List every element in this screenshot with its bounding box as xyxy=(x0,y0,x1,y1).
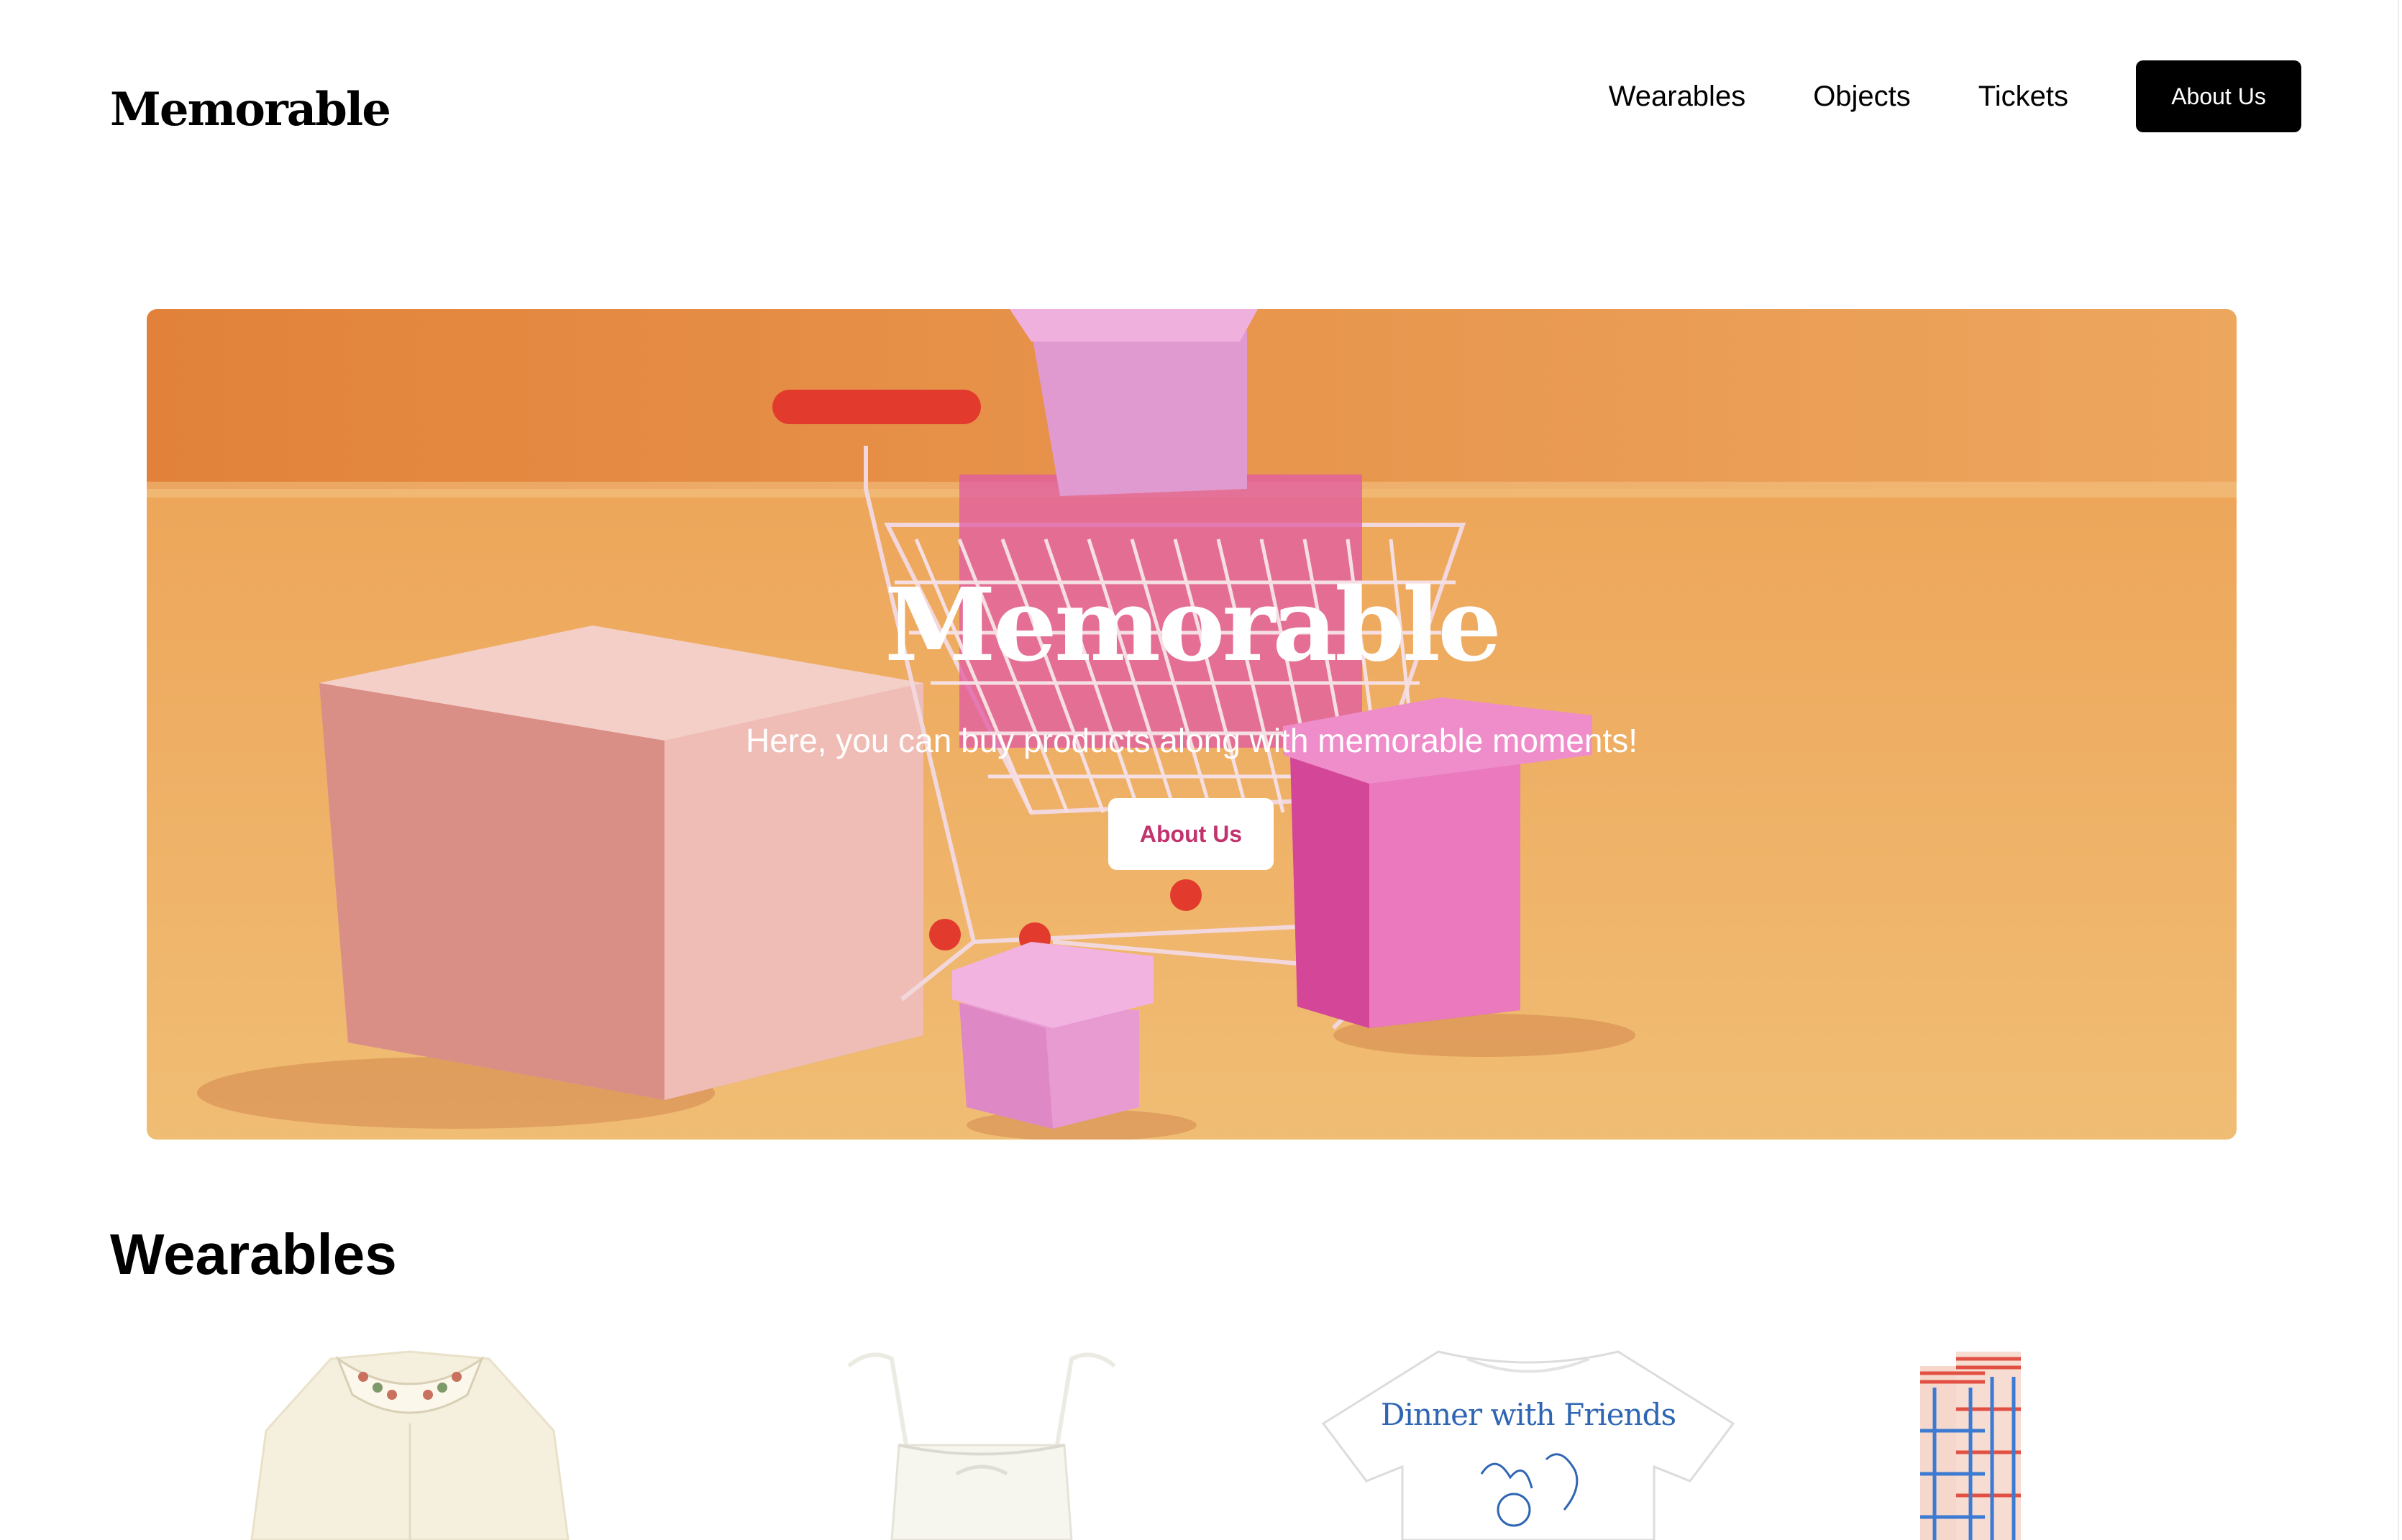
dress-image xyxy=(847,1352,1116,1540)
product-card-blouse[interactable] xyxy=(230,1344,590,1540)
hero-banner: Memorable Here, you can buy products alo… xyxy=(147,309,2237,1140)
tshirt-print-text: Dinner with Friends xyxy=(1380,1397,1676,1432)
socks-image xyxy=(1920,1352,2021,1540)
nav-objects[interactable]: Objects xyxy=(1813,81,1911,113)
hero-about-us-button[interactable]: About Us xyxy=(1108,798,1274,870)
blouse-image xyxy=(250,1350,570,1540)
hero-subtitle: Here, you can buy products along with me… xyxy=(745,722,1638,759)
product-card-tshirt[interactable]: Dinner with Friends xyxy=(1316,1344,1740,1540)
product-card-dress[interactable] xyxy=(827,1344,1136,1540)
logo[interactable]: Memorable xyxy=(110,78,391,142)
scrollbar[interactable] xyxy=(2398,0,2399,1540)
tshirt-image xyxy=(1321,1350,1735,1540)
product-card-socks[interactable] xyxy=(1913,1344,2035,1540)
hero-title: Memorable xyxy=(884,567,1502,684)
nav-wearables[interactable]: Wearables xyxy=(1609,81,1745,113)
wearables-product-row: Dinner with Friends xyxy=(0,1344,2402,1540)
page: Memorable Wearables Objects Tickets Abou… xyxy=(0,0,2402,1540)
wearables-heading: Wearables xyxy=(110,1222,397,1286)
main-nav: Wearables Objects Tickets About Us xyxy=(1609,60,2301,132)
nav-tickets[interactable]: Tickets xyxy=(1978,81,2068,113)
about-us-button[interactable]: About Us xyxy=(2136,60,2301,132)
